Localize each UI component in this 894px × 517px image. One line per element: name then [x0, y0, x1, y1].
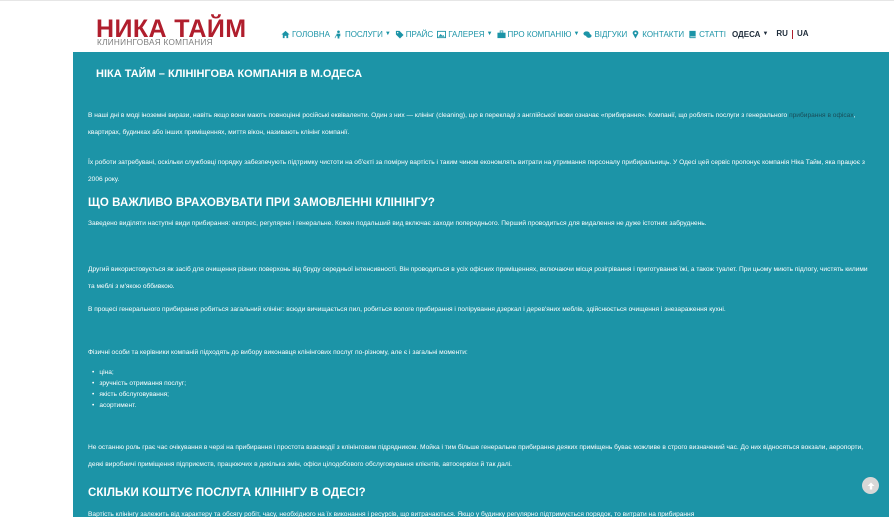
scroll-to-top-button[interactable] — [862, 477, 879, 494]
lang-ua-link[interactable]: UA — [797, 29, 809, 38]
chevron-down-icon: ▼ — [573, 31, 580, 37]
intro-text-start: В наші дні в моді іноземні вирази, навіт… — [88, 112, 790, 119]
lang-ru-link[interactable]: RU — [776, 29, 788, 38]
book-icon — [689, 30, 696, 38]
paragraph-7: Не останню роль грає час очікування в че… — [88, 444, 864, 468]
nav-label: СТАТТІ — [699, 29, 726, 39]
main-nav: ГОЛОВНА ПОСЛУГИ ▼ ПРАЙС ГАЛЕРЕЯ ▼ ПРО КО… — [281, 26, 809, 42]
briefcase-icon — [496, 30, 506, 38]
chevron-down-icon: ▼ — [384, 31, 391, 37]
paragraph-6: Фізичні особи та керівники компаній підх… — [88, 349, 468, 356]
nav-label: ПРАЙС — [405, 29, 434, 39]
chevron-down-icon: ▼ — [762, 31, 769, 37]
arrow-up-icon — [867, 482, 874, 489]
nav-label: КОНТАКТИ — [642, 29, 685, 39]
list-item: асортимент. — [92, 400, 186, 411]
nav-label: ВІДГУКИ — [594, 29, 628, 39]
tag-icon — [395, 30, 404, 39]
paragraph-3: Заведено виділяти наступні види прибиран… — [88, 220, 707, 227]
list-item: ціна; — [92, 367, 186, 378]
paragraph-8: Вартість клінінгу залежить від характеру… — [88, 511, 695, 517]
nav-label: ГОЛОВНА — [292, 29, 330, 39]
nav-item-gallery[interactable]: ГАЛЕРЕЯ ▼ — [437, 29, 493, 39]
top-divider — [0, 0, 894, 1]
lang-divider — [791, 29, 793, 39]
city-selector[interactable]: ОДЕСА ▼ — [732, 30, 768, 39]
page-title: НІКА ТАЙМ – КЛІНІНГОВА КОМПАНІЯ В М.ОДЕС… — [96, 68, 363, 80]
nav-label: ГАЛЕРЕЯ — [448, 29, 485, 39]
office-cleaning-link[interactable]: прибирання в офісах — [789, 112, 854, 119]
map-marker-icon — [632, 29, 639, 39]
list-item: якість обслуговування; — [92, 389, 186, 400]
nav-label: ПРО КОМПАНІЮ — [507, 29, 572, 39]
comments-icon — [583, 30, 593, 38]
section-heading-1: ЩО ВАЖЛИВО ВРАХОВУВАТИ ПРИ ЗАМОВЛЕННІ КЛ… — [88, 197, 436, 209]
nav-item-home[interactable]: ГОЛОВНА — [281, 30, 330, 39]
list-item: зручність отримання послуг; — [92, 378, 186, 389]
section-heading-2: СКІЛЬКИ КОШТУЄ ПОСЛУГА КЛІНІНГУ В ОДЕСІ? — [88, 487, 366, 499]
nav-item-about[interactable]: ПРО КОМПАНІЮ ▼ — [496, 29, 580, 39]
home-icon — [281, 30, 290, 38]
logo-subtitle: КЛИНИНГОВАЯ КОМПАНИЯ — [97, 38, 213, 47]
site-header: НИКА ТАЙМ КЛИНИНГОВАЯ КОМПАНИЯ ГОЛОВНА П… — [0, 10, 894, 50]
nav-label: ПОСЛУГИ — [344, 29, 383, 39]
nav-item-price[interactable]: ПРАЙС — [395, 30, 433, 39]
criteria-list: ціна; зручність отримання послуг; якість… — [92, 367, 186, 411]
paragraph-4: Другий використовується як засіб для очи… — [88, 266, 868, 290]
nav-item-contacts[interactable]: КОНТАКТИ — [631, 30, 684, 39]
person-icon — [334, 29, 341, 39]
nav-item-reviews[interactable]: ВІДГУКИ — [583, 30, 627, 39]
nav-item-services[interactable]: ПОСЛУГИ ▼ — [334, 30, 391, 39]
picture-icon — [437, 30, 447, 38]
city-label: ОДЕСА — [731, 29, 761, 39]
article-content: НІКА ТАЙМ – КЛІНІНГОВА КОМПАНІЯ В М.ОДЕС… — [73, 52, 889, 517]
paragraph-5: В процесі генерального прибирання робить… — [88, 306, 726, 313]
chevron-down-icon: ▼ — [486, 31, 493, 37]
paragraph-2: Їх роботи затребувані, оскільки службовц… — [88, 159, 865, 183]
nav-item-articles[interactable]: СТАТТІ — [688, 30, 726, 39]
intro-paragraph: В наші дні в моді іноземні вирази, навіт… — [88, 107, 873, 141]
